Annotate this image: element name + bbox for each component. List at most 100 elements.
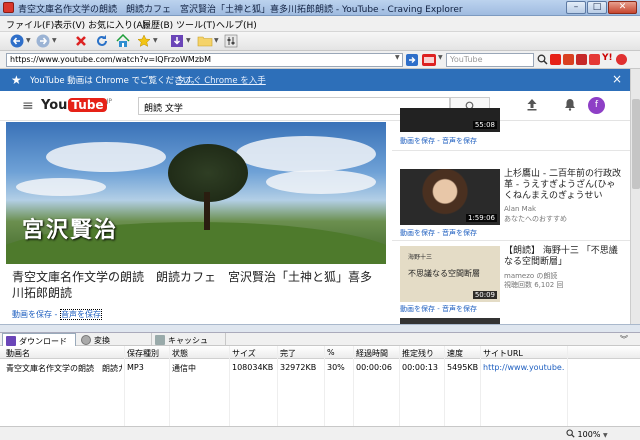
forward-dropdown-icon[interactable]: ▼	[52, 37, 57, 44]
stop-icon[interactable]	[74, 34, 88, 48]
related-title[interactable]: 上杉鷹山 - 二百年前の行政改革 - うえすぎようざん(ひゃくねんまえのぎょうせ…	[504, 169, 624, 202]
page-scrollbar[interactable]	[630, 69, 640, 324]
related-channel: Alan Mak	[504, 205, 537, 213]
toolbar-search-input[interactable]: YouTube	[446, 53, 534, 67]
thumbnail-title-text: 宮沢賢治	[22, 217, 119, 243]
related-save-links[interactable]: 動画を保存 - 音声を保存	[400, 304, 477, 314]
save-video-link[interactable]: 動画を保存	[12, 310, 52, 319]
youtube-logo[interactable]: You Tube JP	[41, 98, 112, 115]
related-meta: あなたへのおすすめ	[504, 215, 567, 223]
url-field[interactable]: https://www.youtube.com/watch?v=lQFrzoWM…	[6, 53, 403, 67]
related-meta: 視聴回数 6,102 回	[504, 281, 564, 289]
app-icon	[3, 2, 14, 13]
upload-icon[interactable]	[526, 98, 538, 111]
row-save-type: MP3	[127, 363, 144, 372]
row-done: 32972KB	[280, 363, 317, 372]
title-bar: 青空文庫名作文学の朗読 朗読カフェ 宮沢賢治「土神と狐」喜多川拓郎朗読 - Yo…	[0, 0, 640, 16]
banner-text: YouTube 動画は Chrome でご覧ください。	[30, 76, 200, 86]
back-dropdown-icon[interactable]: ▼	[26, 37, 31, 44]
menu-favorites[interactable]: お気に入り(A)	[88, 18, 146, 31]
engine-dropdown-icon[interactable]: ▼	[438, 54, 443, 61]
favorites-star-icon[interactable]	[137, 34, 151, 48]
row-video-name[interactable]: 青空文庫名作文学の朗読 朗読カフ...	[6, 363, 122, 374]
menu-history[interactable]: 履歴(B)	[142, 18, 173, 31]
yahoo-site-icon[interactable]: Y!	[602, 53, 613, 63]
dailymotion-site-icon[interactable]	[576, 54, 587, 65]
close-button[interactable]: ✕	[608, 1, 637, 14]
youtube-site-icon[interactable]	[550, 54, 561, 65]
col-state[interactable]: 状態	[172, 348, 188, 359]
status-bar: 100% ▼	[0, 426, 640, 440]
tab-cache[interactable]: キャッシュ	[152, 333, 226, 347]
cache-icon	[155, 335, 165, 345]
youtube-page: ≡ You Tube JP 朗読 文学 f 宮沢賢治 青空文庫名作文学の朗読 朗読カ…	[0, 91, 630, 324]
zoom-icon	[566, 429, 575, 438]
row-percent: 30%	[327, 363, 345, 372]
home-icon[interactable]	[116, 34, 130, 48]
window-title: 青空文庫名作文学の朗読 朗読カフェ 宮沢賢治「土神と狐」喜多川拓郎朗読 - Yo…	[18, 5, 463, 15]
tab-download[interactable]: ダウンロード	[2, 333, 76, 347]
row-site-url[interactable]: http://www.youtube....	[483, 363, 565, 372]
folder-dropdown-icon[interactable]: ▼	[214, 37, 219, 44]
forward-icon[interactable]	[36, 34, 50, 48]
col-size[interactable]: サイズ	[232, 348, 256, 359]
panel-splitter[interactable]	[0, 324, 640, 332]
avatar[interactable]: f	[588, 97, 605, 114]
zoom-dropdown-icon[interactable]: ▼	[603, 432, 608, 439]
col-site-url[interactable]: サイトURL	[483, 348, 523, 359]
related-thumbnail[interactable]: 海野十三 不思議なる空間断層 50:09	[400, 246, 500, 302]
menu-file[interactable]: ファイル(F)	[6, 18, 54, 31]
search-icon[interactable]	[537, 54, 548, 65]
download-panel-tabs: ダウンロード 変換 キャッシュ ︾	[0, 332, 640, 347]
settings-icon[interactable]	[224, 34, 238, 48]
folder-icon[interactable]	[197, 34, 213, 48]
video-save-links: 動画を保存 - 音声を保存	[12, 309, 102, 320]
col-done[interactable]: 完了	[280, 348, 296, 359]
other-site-icon[interactable]	[616, 54, 627, 65]
video-player[interactable]: 宮沢賢治	[6, 122, 386, 264]
related-thumbnail[interactable]: 1:59:06	[400, 169, 500, 225]
go-icon[interactable]	[406, 54, 418, 66]
col-percent[interactable]: %	[327, 348, 335, 357]
row-elapsed: 00:00:06	[356, 363, 392, 372]
row-speed: 5495KB	[447, 363, 479, 372]
related-title[interactable]: 【朗読】 海野十三 「不思議なる空間断層」	[504, 246, 624, 268]
col-save-type[interactable]: 保存種別	[127, 348, 159, 359]
favorites-dropdown-icon[interactable]: ▼	[153, 37, 158, 44]
col-elapsed[interactable]: 経過時間	[356, 348, 388, 359]
menu-view[interactable]: 表示(V)	[54, 18, 85, 31]
notification-bell-icon[interactable]	[564, 98, 576, 111]
related-save-links[interactable]: 動画を保存 - 音声を保存	[400, 136, 477, 146]
menu-help[interactable]: ヘルプ(H)	[216, 18, 257, 31]
nico-site-icon[interactable]	[563, 54, 574, 65]
download-dropdown-icon[interactable]: ▼	[186, 37, 191, 44]
minimize-button[interactable]: –	[566, 1, 586, 14]
back-icon[interactable]	[10, 34, 24, 48]
menu-tools[interactable]: ツール(T)	[176, 18, 216, 31]
download-icon[interactable]	[170, 34, 184, 48]
col-remaining[interactable]: 推定残り	[402, 348, 434, 359]
menu-icon[interactable]: ≡	[22, 98, 34, 114]
star-icon: ★	[11, 73, 22, 87]
toolbar: ▼ ▼ ▼ ▼ ▼	[0, 32, 640, 51]
zoom-control[interactable]: 100% ▼	[566, 429, 608, 439]
col-video-name[interactable]: 動画名	[6, 348, 30, 359]
collapse-panel-icon[interactable]: ︾	[620, 334, 628, 345]
tab-convert[interactable]: 変換	[78, 333, 152, 347]
save-audio-link[interactable]: 音声を保存	[59, 309, 102, 320]
fc2-site-icon[interactable]	[589, 54, 600, 65]
related-thumbnail[interactable]: 55:08	[400, 108, 500, 132]
banner-close-icon[interactable]: ×	[612, 72, 622, 86]
refresh-icon[interactable]	[95, 34, 109, 48]
download-list-header: 動画名 保存種別 状態 サイズ 完了 % 経過時間 推定残り 速度 サイトURL	[0, 346, 640, 359]
row-size: 108034KB	[232, 363, 274, 372]
row-remaining: 00:00:13	[402, 363, 438, 372]
search-engine-icon[interactable]	[422, 54, 436, 66]
zoom-level: 100%	[577, 430, 601, 439]
maximize-button[interactable]: □	[587, 1, 607, 14]
menu-bar: ファイル(F) 表示(V) お気に入り(A) 履歴(B) ツール(T) ヘルプ(…	[0, 16, 640, 32]
get-chrome-link[interactable]: 今すぐ Chrome を入手	[176, 74, 266, 86]
url-dropdown-icon[interactable]: ▼	[395, 54, 400, 61]
related-save-links[interactable]: 動画を保存 - 音声を保存	[400, 228, 477, 238]
col-speed[interactable]: 速度	[447, 348, 463, 359]
